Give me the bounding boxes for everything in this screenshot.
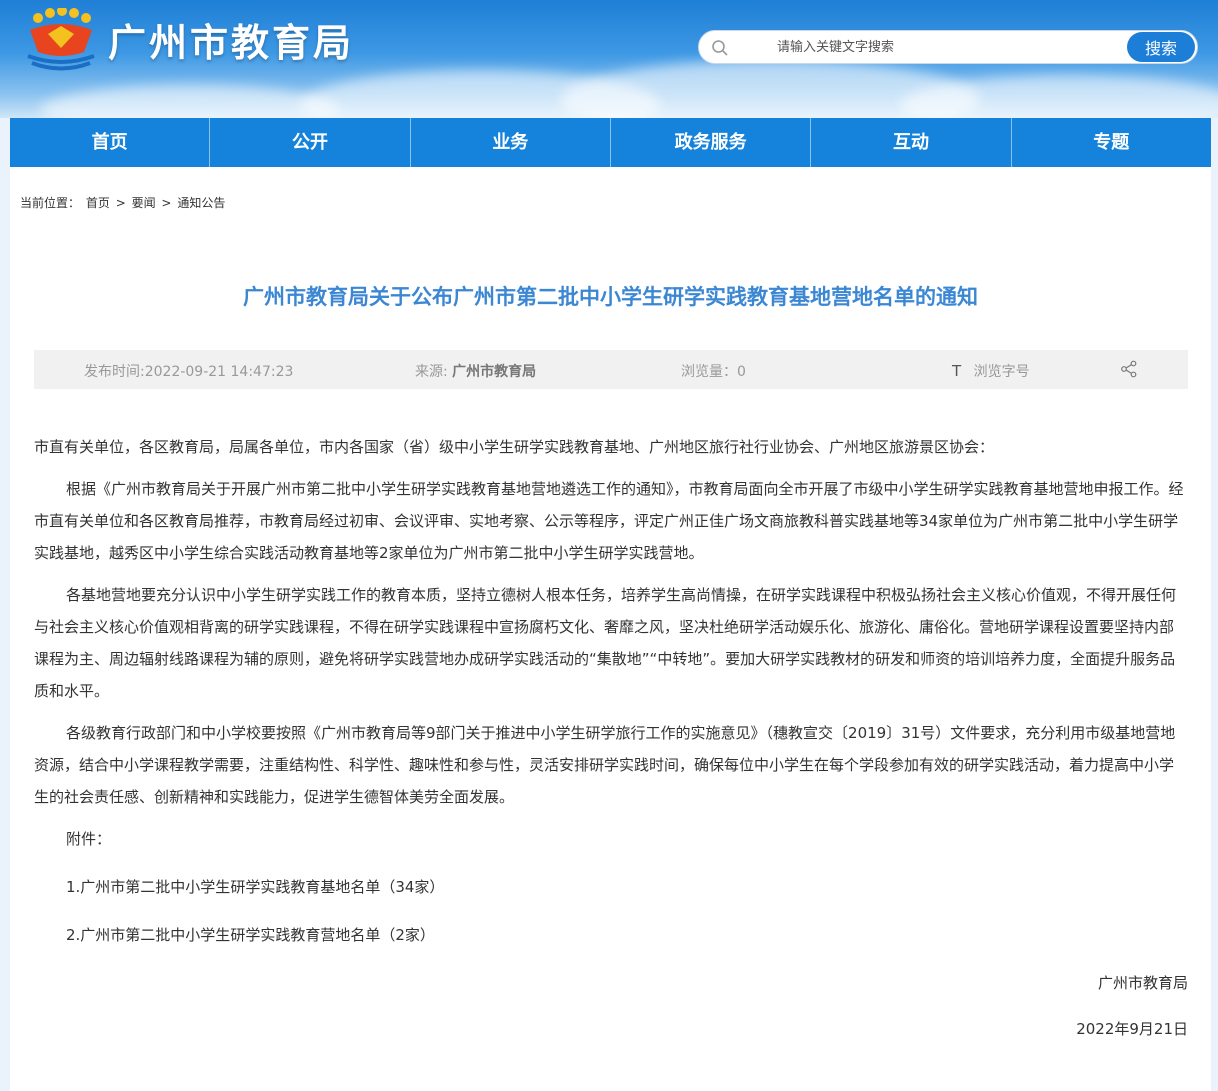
breadcrumb-label: 当前位置： xyxy=(20,196,81,210)
share-icon[interactable] xyxy=(1120,360,1138,378)
publish-date: 2022年9月21日 xyxy=(1076,1020,1188,1038)
breadcrumb: 当前位置： 首页 > 要闻 > 通知公告 xyxy=(20,194,227,211)
source-label: 来源: xyxy=(415,364,448,380)
breadcrumb-separator: > xyxy=(161,196,172,210)
nav-item-interaction[interactable]: 互动 xyxy=(811,118,1012,167)
search-input[interactable] xyxy=(739,35,1129,59)
site-title[interactable]: 广州市教育局 xyxy=(108,12,354,67)
search-box: 搜索 xyxy=(698,30,1198,64)
site-header: 广州市教育局 搜索 xyxy=(0,0,1218,118)
source: 来源: 广州市教育局 xyxy=(415,361,536,381)
font-size-label[interactable]: 浏览字号 xyxy=(974,364,1030,380)
salutation: 市直有关单位，各区教育局，局属各单位，市内各国家（省）级中小学生研学实践教育基地… xyxy=(34,438,995,456)
breadcrumb-home[interactable]: 首页 xyxy=(86,196,110,210)
breadcrumb-separator: > xyxy=(115,196,126,210)
nav-item-public[interactable]: 公开 xyxy=(210,118,411,167)
breadcrumb-notices[interactable]: 通知公告 xyxy=(177,196,225,210)
font-size-control[interactable]: T 浏览字号 xyxy=(952,361,1030,381)
view-count: 浏览量：0 xyxy=(681,364,746,380)
paragraph: 各基地营地要充分认识中小学生研学实践工作的教育本质，坚持立德树人根本任务，培养学… xyxy=(34,586,1177,700)
attachment-link[interactable]: 1.广州市第二批中小学生研学实践教育基地名单（34家） xyxy=(34,871,1188,903)
bureau-logo-icon[interactable] xyxy=(22,8,100,72)
nav-item-services[interactable]: 政务服务 xyxy=(611,118,812,167)
breadcrumb-news[interactable]: 要闻 xyxy=(132,196,156,210)
main-content: 当前位置： 首页 > 要闻 > 通知公告 广州市教育局关于公布广州市第二批中小学… xyxy=(10,167,1211,1091)
article-body: 市直有关单位，各区教育局，局属各单位，市内各国家（省）级中小学生研学实践教育基地… xyxy=(34,431,1188,1055)
nav-item-home[interactable]: 首页 xyxy=(10,118,211,167)
search-button[interactable]: 搜索 xyxy=(1127,32,1195,62)
paragraph: 各级教育行政部门和中小学校要按照《广州市教育局等9部门关于推进中小学生研学旅行工… xyxy=(34,724,1176,806)
paragraph: 根据《广州市教育局关于开展广州市第二批中小学生研学实践教育基地营地遴选工作的通知… xyxy=(34,480,1184,562)
font-size-icon[interactable]: T xyxy=(952,362,961,380)
search-icon xyxy=(712,40,728,56)
main-nav: 首页 公开 业务 政务服务 互动 专题 xyxy=(10,118,1211,167)
attachment-link[interactable]: 2.广州市第二批中小学生研学实践教育营地名单（2家） xyxy=(34,919,1188,951)
publish-time: 发布时间:2022-09-21 14:47:23 xyxy=(84,364,294,380)
nav-item-business[interactable]: 业务 xyxy=(411,118,611,167)
attachments-label: 附件： xyxy=(66,830,112,848)
signature: 广州市教育局 xyxy=(1097,974,1188,992)
nav-item-topics[interactable]: 专题 xyxy=(1012,118,1211,167)
source-value: 广州市教育局 xyxy=(452,364,537,380)
article-title: 广州市教育局关于公布广州市第二批中小学生研学实践教育基地营地名单的通知 xyxy=(243,285,978,309)
article-meta-bar: 发布时间:2022-09-21 14:47:23 来源: 广州市教育局 浏览量：… xyxy=(34,350,1188,389)
